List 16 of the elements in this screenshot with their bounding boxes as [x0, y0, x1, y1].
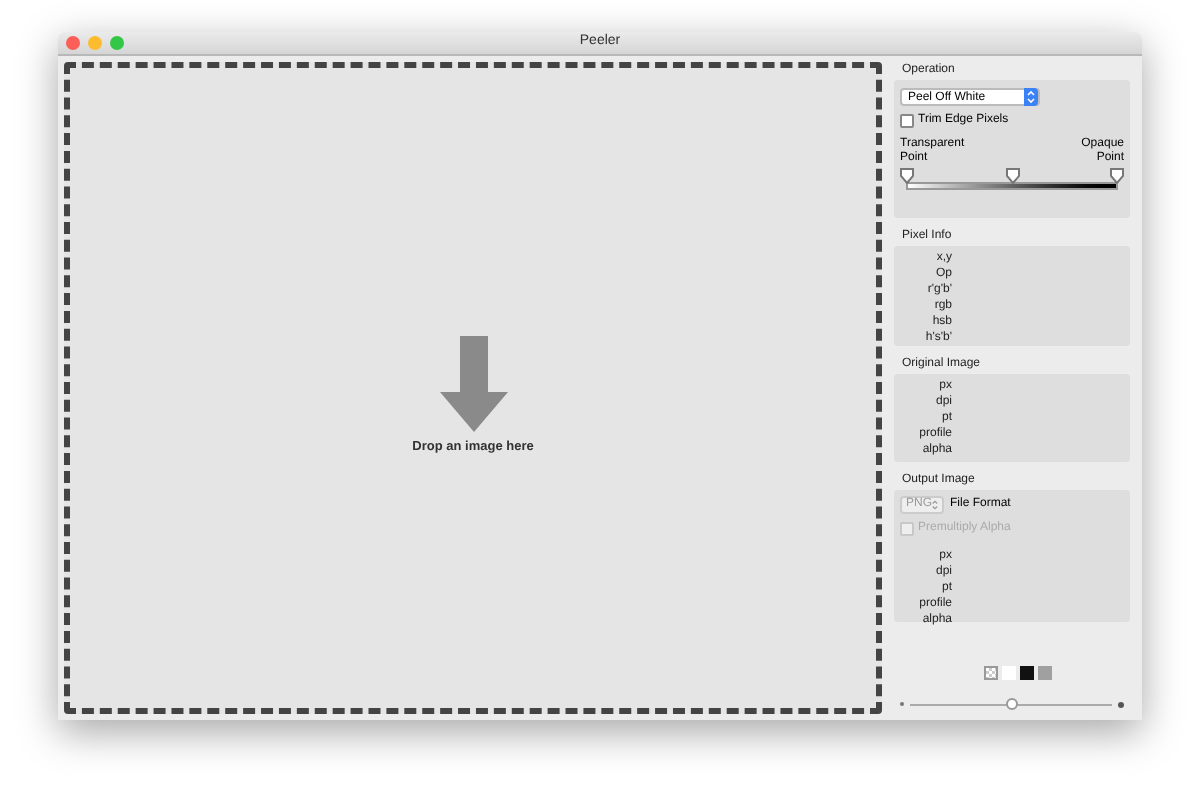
- down-arrow-icon: [439, 335, 507, 432]
- color-swatch[interactable]: [1020, 666, 1034, 680]
- chevron-icon: [1024, 88, 1038, 106]
- slider-thumb[interactable]: [1110, 168, 1124, 184]
- checker-swatch[interactable]: [984, 666, 998, 680]
- color-swatch[interactable]: [1038, 666, 1052, 680]
- zoom-slider[interactable]: [910, 698, 1112, 710]
- zoom-button[interactable]: [110, 36, 124, 50]
- chevron-icon: [932, 498, 938, 512]
- slider-thumb[interactable]: [1005, 168, 1019, 184]
- slider-thumb[interactable]: [900, 168, 914, 184]
- slider-knob[interactable]: [1005, 698, 1017, 710]
- checkbox[interactable]: [900, 114, 914, 128]
- gradient-slider[interactable]: [900, 168, 1124, 192]
- minimize-button[interactable]: [88, 36, 102, 50]
- close-button[interactable]: [66, 36, 80, 50]
